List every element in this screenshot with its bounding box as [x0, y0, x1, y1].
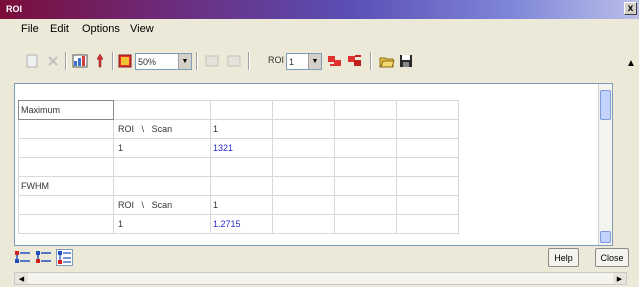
- roi-number: 1: [113, 138, 211, 158]
- table-row: ROI \ Scan 1: [18, 119, 459, 139]
- menu-edit[interactable]: Edit: [50, 23, 69, 35]
- scan-number: 1: [210, 195, 273, 215]
- list-view-blue-icon[interactable]: [35, 249, 52, 266]
- scan-header-label: Scan: [151, 124, 173, 134]
- roi-scan-header: ROI \ Scan: [113, 119, 211, 139]
- toolbar: 50% ▼ ROI 1 ▼: [14, 40, 614, 74]
- results-panel: Maximum ROI \ Scan 1 1 1321 FWHM ROI \ S…: [14, 83, 613, 246]
- results-grid: Maximum ROI \ Scan 1 1 1321 FWHM ROI \ S…: [18, 100, 459, 234]
- blank-page-icon[interactable]: [22, 51, 42, 71]
- scroll-thumb[interactable]: [600, 90, 611, 120]
- save-icon[interactable]: [397, 51, 415, 71]
- roi-value: 1: [289, 56, 295, 67]
- table-row: Maximum: [18, 100, 459, 120]
- menu-view[interactable]: View: [130, 23, 154, 35]
- separator-label: \: [141, 200, 145, 210]
- table-row: FWHM: [18, 176, 459, 196]
- menu-bar: File Edit Options View: [0, 21, 620, 37]
- view-mode-icons: [14, 248, 94, 268]
- chevron-down-icon[interactable]: ▼: [308, 54, 321, 69]
- disabled-tool-icon-2[interactable]: [224, 51, 244, 71]
- fwhm-value: 1.2715: [213, 219, 241, 229]
- color-box-icon[interactable]: [117, 51, 133, 71]
- delete-icon[interactable]: [43, 51, 63, 71]
- title-bar: ROI x: [0, 0, 639, 19]
- zoom-select[interactable]: 50% ▼: [135, 53, 192, 70]
- remove-roi-icon[interactable]: [346, 51, 364, 71]
- table-row: ROI \ Scan 1: [18, 195, 459, 215]
- window-title: ROI: [6, 4, 23, 14]
- scan-number: 1: [210, 119, 273, 139]
- menu-file[interactable]: File: [21, 23, 39, 35]
- vertical-scrollbar[interactable]: [598, 84, 612, 245]
- maximum-value: 1321: [213, 143, 234, 153]
- table-row: 1 1.2715: [18, 214, 459, 234]
- add-roi-icon[interactable]: [326, 51, 344, 71]
- close-button[interactable]: Close: [595, 248, 629, 267]
- tree-view-icon[interactable]: [56, 249, 73, 266]
- close-window-button[interactable]: x: [624, 2, 637, 15]
- section-header-fwhm: FWHM: [18, 176, 114, 196]
- table-row: [18, 157, 459, 177]
- zoom-value: 50%: [138, 56, 157, 67]
- table-row: 1 1321: [18, 138, 459, 158]
- scroll-up-icon[interactable]: ▲: [626, 58, 636, 69]
- disabled-tool-icon-1[interactable]: [202, 51, 222, 71]
- scroll-left-icon[interactable]: ◀: [15, 273, 28, 284]
- separator-label: \: [141, 124, 145, 134]
- grid-chart-icon[interactable]: [70, 51, 90, 71]
- roi-label: ROI: [268, 55, 285, 65]
- pin-icon[interactable]: [91, 51, 109, 71]
- menu-options[interactable]: Options: [82, 23, 120, 35]
- chevron-down-icon[interactable]: ▼: [178, 54, 191, 69]
- section-header-maximum: Maximum: [18, 100, 114, 120]
- roi-number: 1: [113, 214, 211, 234]
- scroll-down-button[interactable]: [600, 231, 611, 243]
- help-button[interactable]: Help: [548, 248, 579, 267]
- roi-header-label: ROI: [118, 124, 135, 134]
- roi-scan-header: ROI \ Scan: [113, 195, 211, 215]
- scroll-right-icon[interactable]: ▶: [613, 273, 626, 284]
- list-view-red-icon[interactable]: [14, 249, 31, 266]
- scan-header-label: Scan: [151, 200, 173, 210]
- roi-header-label: ROI: [118, 200, 135, 210]
- roi-select[interactable]: 1 ▼: [286, 53, 322, 70]
- horizontal-scrollbar[interactable]: ◀ ▶: [14, 272, 627, 285]
- open-folder-icon[interactable]: [378, 51, 396, 71]
